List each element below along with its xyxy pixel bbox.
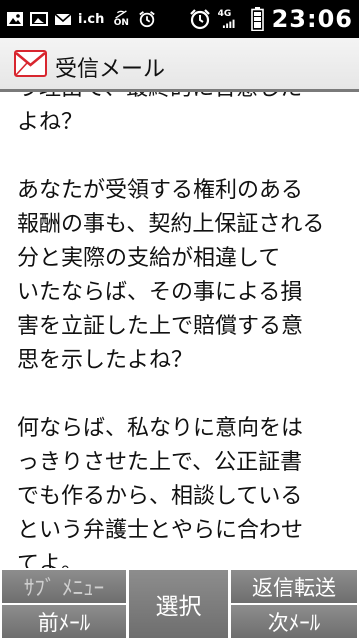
- sound-off-icon: ON: [110, 10, 132, 28]
- alarm-icon: [138, 10, 156, 28]
- envelope-icon: [14, 50, 47, 77]
- alarm-clock-icon: [189, 8, 211, 30]
- mail-icon: [54, 10, 72, 28]
- softkey-bar: ｻﾌﾞ ﾒﾆｭｰ 前ﾒｰﾙ 選択 返信転送 次ﾒｰﾙ: [0, 568, 359, 640]
- image-icon: [6, 10, 24, 28]
- status-icons-left: i.ch ON: [6, 8, 156, 30]
- status-bar: i.ch ON 4G 23:06: [0, 0, 359, 38]
- network-label: 4G: [217, 9, 232, 19]
- message-body[interactable]: う理由で、最終的に合意した よね？ あなたが受領する権利のある 報酬の事も、契約…: [0, 92, 359, 568]
- clock-time: 23:06: [271, 5, 353, 33]
- reply-forward-button[interactable]: 返信転送: [231, 570, 357, 603]
- page-title: 受信メール: [55, 57, 166, 82]
- battery-icon: [251, 7, 265, 31]
- sound-label: ON: [113, 18, 129, 28]
- ichi-icon: i.ch: [78, 11, 105, 27]
- submenu-button[interactable]: ｻﾌﾞ ﾒﾆｭｰ: [2, 570, 126, 603]
- prev-mail-button[interactable]: 前ﾒｰﾙ: [2, 605, 126, 638]
- status-icons-right: 4G 23:06: [189, 5, 353, 33]
- next-mail-button[interactable]: 次ﾒｰﾙ: [231, 605, 357, 638]
- select-button[interactable]: 選択: [129, 570, 228, 638]
- message-text: よね？ あなたが受領する権利のある 報酬の事も、契約上保証される 分と実際の支給…: [17, 110, 325, 568]
- gallery-icon: [30, 10, 48, 28]
- message-partial-line: う理由で、最終的に合意した: [17, 92, 347, 106]
- network-4g-icon: 4G: [218, 10, 244, 28]
- title-bar: 受信メール: [0, 38, 359, 92]
